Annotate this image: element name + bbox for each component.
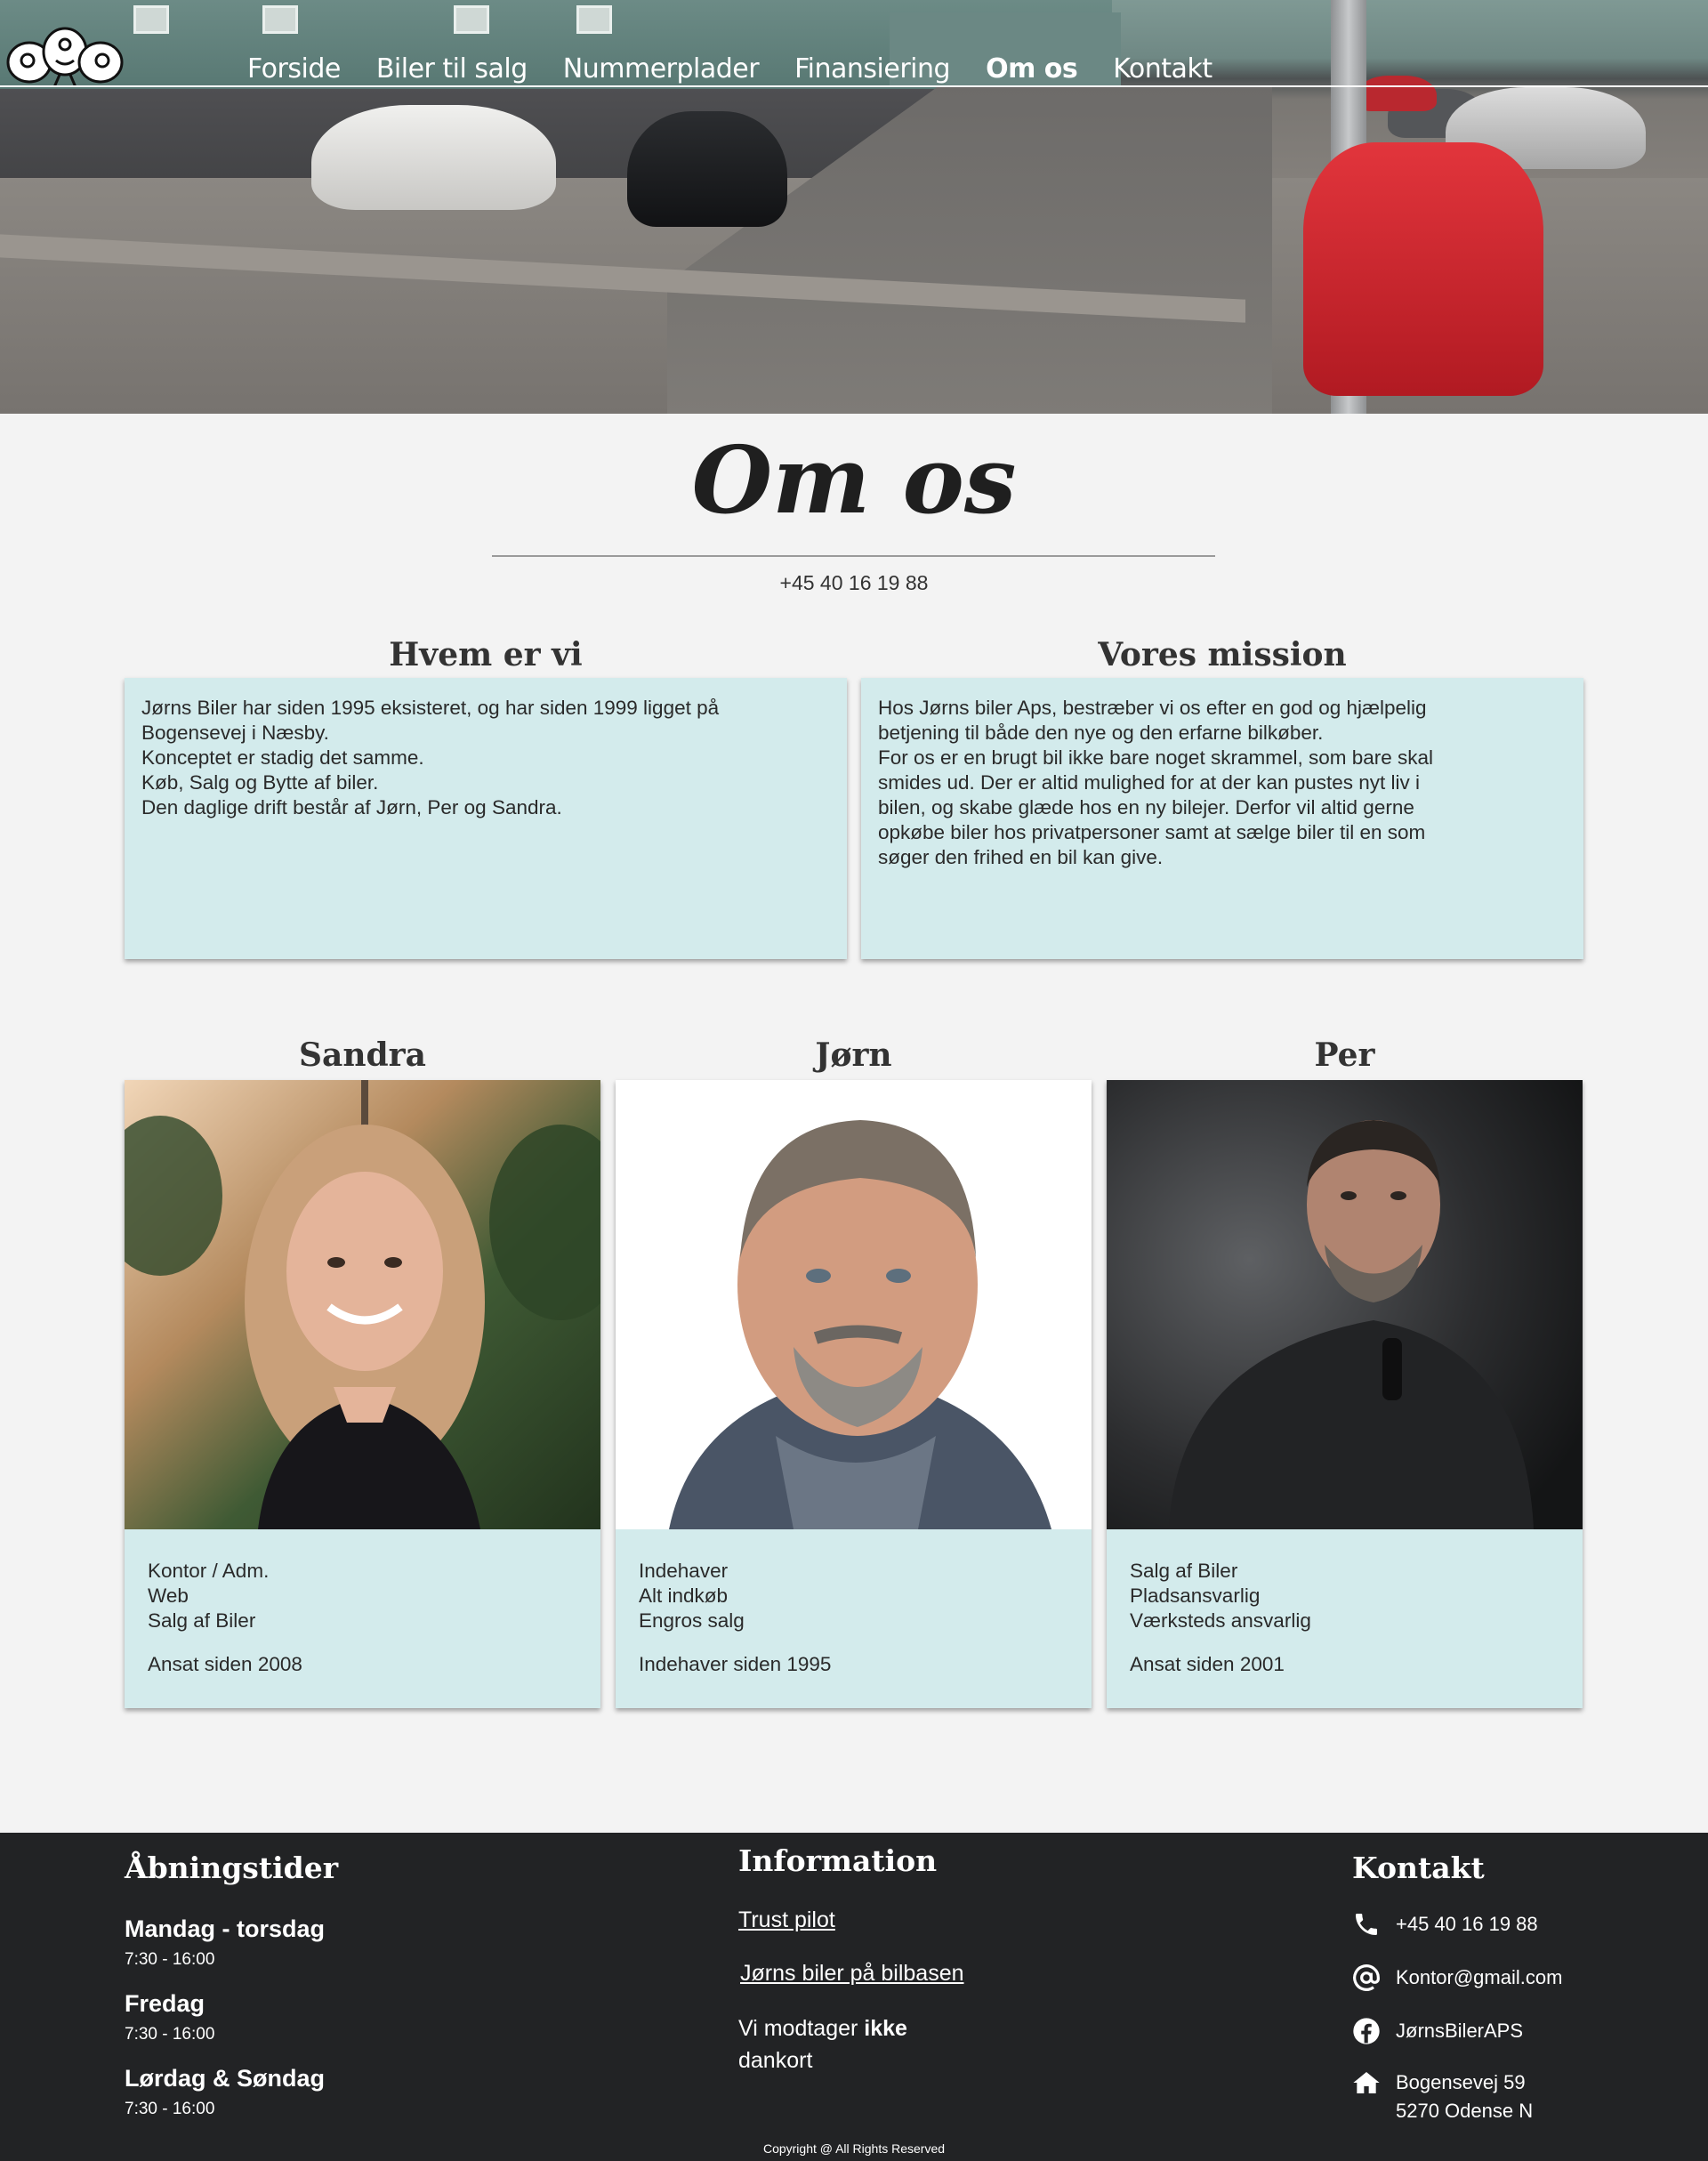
person-card-jorn: Indehaver Alt indkøb Engros salg Indehav…	[616, 1080, 1092, 1708]
photo-sandra	[125, 1080, 600, 1529]
who-text: Jørns Biler har siden 1995 eksisteret, o…	[141, 697, 720, 818]
who-box: Jørns Biler har siden 1995 eksisteret, o…	[125, 678, 847, 959]
footer: Åbningstider Mandag - torsdag 7:30 - 16:…	[0, 1833, 1708, 2161]
logo-icon[interactable]	[4, 25, 125, 87]
person-card-sandra: Kontor / Adm. Web Salg af Biler Ansat si…	[125, 1080, 600, 1708]
trustpilot-link[interactable]: Trust pilot	[738, 1907, 835, 1933]
duty-item: Salg af Biler	[148, 1609, 256, 1632]
duty-item: Web	[148, 1584, 189, 1607]
contact-email-text: Kontor@gmail.com	[1396, 1966, 1563, 1988]
since-per: Ansat siden 2001	[1130, 1653, 1285, 1675]
person-name-jorn: Jørn	[815, 1036, 892, 1074]
duties-per: Salg af Biler Pladsansvarlig Værksteds a…	[1130, 1559, 1311, 1633]
nav-item-forside[interactable]: Forside	[247, 53, 341, 85]
nav-divider	[0, 85, 1708, 87]
hours-time: 7:30 - 16:00	[125, 1950, 215, 1969]
duties-jorn: Indehaver Alt indkøb Engros salg	[639, 1559, 745, 1633]
hours-heading: Åbningstider	[125, 1851, 339, 1885]
duty-item: Alt indkøb	[639, 1584, 729, 1607]
page-title: Om os	[691, 425, 1017, 535]
mission-box: Hos Jørns biler Aps, bestræber vi os eft…	[861, 678, 1583, 959]
hours-day: Lørdag & Søndag	[125, 2065, 325, 2092]
title-divider	[492, 555, 1215, 557]
nav-item-om-os[interactable]: Om os	[986, 53, 1078, 85]
hours-day: Fredag	[125, 1990, 205, 2017]
duty-item: Engros salg	[639, 1609, 745, 1632]
dankort-note: Vi modtager ikke dankort	[738, 2012, 907, 2076]
mission-text: Hos Jørns biler Aps, bestræber vi os eft…	[878, 697, 1434, 868]
duty-item: Salg af Biler	[1130, 1560, 1238, 1582]
duties-sandra: Kontor / Adm. Web Salg af Biler	[148, 1559, 269, 1633]
nav-item-kontakt[interactable]: Kontakt	[1113, 53, 1213, 85]
person-card-per: Salg af Biler Pladsansvarlig Værksteds a…	[1107, 1080, 1583, 1708]
person-name-per: Per	[1314, 1036, 1375, 1074]
hero-car	[311, 105, 556, 210]
bilbasen-link[interactable]: Jørns biler på bilbasen	[740, 1961, 964, 1987]
nav-item-finansiering[interactable]: Finansiering	[794, 53, 950, 85]
home-icon	[1353, 2072, 1380, 2093]
address-line-2: 5270 Odense N	[1396, 2100, 1534, 2122]
who-heading: Hvem er vi	[389, 636, 583, 673]
nav-links: Forside Biler til salg Nummerplader Fina…	[247, 53, 1248, 85]
hero-car	[627, 111, 787, 227]
info-heading: Information	[738, 1843, 938, 1878]
contact-address: Bogensevej 59 5270 Odense N	[1352, 2068, 1533, 2125]
top-navigation: Forside Biler til salg Nummerplader Fina…	[0, 0, 1708, 87]
contact-facebook-text: JørnsBilerAPS	[1396, 2020, 1524, 2042]
contact-address-text: Bogensevej 59 5270 Odense N	[1396, 2068, 1533, 2125]
copyright: Copyright @ All Rights Reserved	[762, 2141, 946, 2156]
address-line-1: Bogensevej 59	[1396, 2071, 1526, 2093]
hours-time: 7:30 - 16:00	[125, 2025, 215, 2044]
phone-icon	[1356, 1914, 1377, 1935]
contact-phone[interactable]: +45 40 16 19 88	[1352, 1910, 1538, 1939]
dankort-text-2: dankort	[738, 2048, 813, 2073]
dankort-text: Vi modtager	[738, 2016, 865, 2041]
contact-facebook[interactable]: JørnsBilerAPS	[1352, 2017, 1523, 2045]
at-sign-icon	[1353, 1964, 1380, 1991]
hero-car	[1303, 142, 1543, 396]
photo-per	[1107, 1080, 1583, 1529]
since-sandra: Ansat siden 2008	[148, 1653, 302, 1675]
mission-heading: Vores mission	[1098, 636, 1347, 673]
duty-item: Kontor / Adm.	[148, 1560, 270, 1582]
duty-item: Værksteds ansvarlig	[1130, 1609, 1311, 1632]
contact-email[interactable]: Kontor@gmail.com	[1352, 1963, 1562, 1992]
facebook-icon	[1353, 2018, 1380, 2044]
nav-item-nummerplader[interactable]: Nummerplader	[563, 53, 760, 85]
duty-item: Indehaver	[639, 1560, 729, 1582]
photo-jorn	[616, 1080, 1092, 1529]
since-jorn: Indehaver siden 1995	[639, 1653, 832, 1675]
hours-time: 7:30 - 16:00	[125, 2100, 215, 2118]
contact-phone-text: +45 40 16 19 88	[1396, 1913, 1538, 1935]
dankort-emphasis: ikke	[864, 2016, 907, 2041]
hours-day: Mandag - torsdag	[125, 1915, 326, 1942]
contact-heading: Kontakt	[1352, 1851, 1485, 1885]
header-phone: +45 40 16 19 88	[779, 571, 929, 594]
nav-item-biler-til-salg[interactable]: Biler til salg	[376, 53, 528, 85]
person-name-sandra: Sandra	[299, 1036, 426, 1074]
duty-item: Pladsansvarlig	[1130, 1584, 1261, 1607]
